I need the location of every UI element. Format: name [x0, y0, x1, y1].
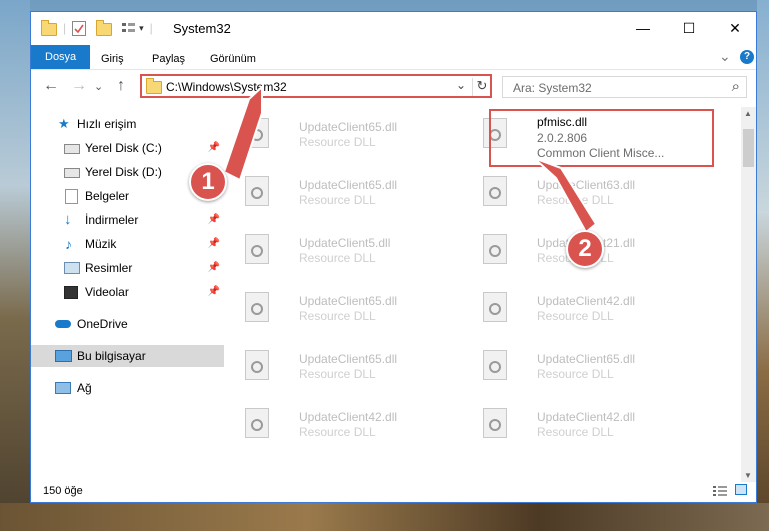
- callout-1: 1: [189, 163, 227, 201]
- annotation-arrows: [222, 84, 598, 234]
- callout-2: 2: [566, 230, 604, 268]
